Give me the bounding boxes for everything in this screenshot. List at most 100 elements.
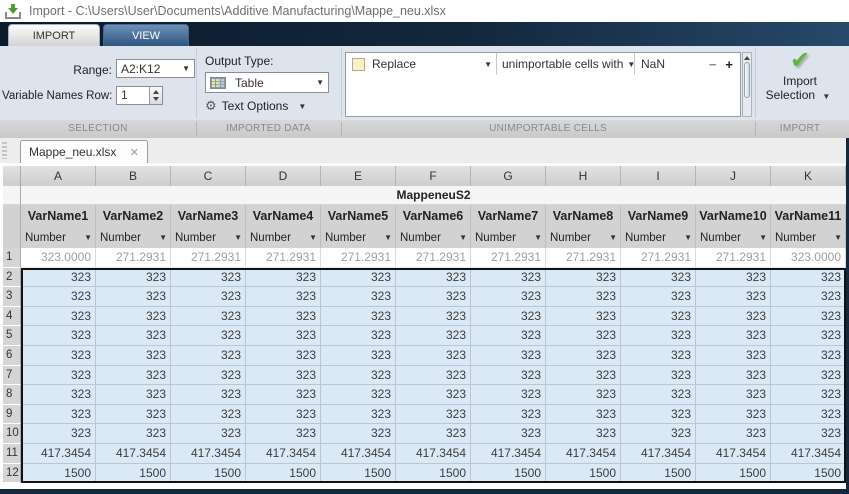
- type-dropdown[interactable]: Number▼: [171, 228, 246, 248]
- data-cell[interactable]: 323: [471, 366, 546, 386]
- data-cell[interactable]: 323: [96, 385, 171, 405]
- data-cell[interactable]: 1500: [321, 464, 396, 484]
- scroll-up-icon[interactable]: [744, 56, 750, 60]
- data-cell[interactable]: 323: [471, 346, 546, 366]
- spinner-buttons[interactable]: [149, 87, 162, 104]
- data-cell[interactable]: 323: [771, 424, 846, 444]
- varname-header[interactable]: VarName5: [321, 205, 396, 228]
- data-cell[interactable]: 323: [321, 346, 396, 366]
- data-cell[interactable]: 323: [771, 287, 846, 307]
- data-cell[interactable]: 323: [771, 385, 846, 405]
- data-cell[interactable]: 323: [321, 424, 396, 444]
- data-cell[interactable]: 323: [171, 346, 246, 366]
- data-cell[interactable]: 323: [171, 287, 246, 307]
- text-options-button[interactable]: ⚙ Text Options ▼: [205, 98, 310, 114]
- data-cell[interactable]: 323.0000: [21, 248, 96, 268]
- data-cell[interactable]: 417.3454: [771, 444, 846, 464]
- add-rule-button[interactable]: +: [725, 57, 733, 72]
- type-dropdown[interactable]: Number▼: [621, 228, 696, 248]
- data-cell[interactable]: 323: [771, 307, 846, 327]
- data-cell[interactable]: 323: [321, 366, 396, 386]
- data-cell[interactable]: 323: [246, 424, 321, 444]
- data-cell[interactable]: 323: [21, 268, 96, 288]
- data-cell[interactable]: 271.2931: [546, 248, 621, 268]
- data-cell[interactable]: 323: [621, 307, 696, 327]
- type-dropdown[interactable]: Number▼: [21, 228, 96, 248]
- data-cell[interactable]: 323: [621, 424, 696, 444]
- data-cell[interactable]: 1500: [21, 464, 96, 484]
- data-cell[interactable]: 417.3454: [246, 444, 321, 464]
- row-number[interactable]: 11: [3, 444, 21, 464]
- row-number[interactable]: 1: [3, 248, 21, 268]
- tab-view[interactable]: VIEW: [103, 24, 189, 46]
- varname-header[interactable]: VarName11: [771, 205, 846, 228]
- data-cell[interactable]: 1500: [246, 464, 321, 484]
- data-cell[interactable]: 323: [621, 346, 696, 366]
- column-header-F[interactable]: F: [396, 166, 471, 186]
- type-dropdown[interactable]: Number▼: [546, 228, 621, 248]
- data-cell[interactable]: 323: [396, 346, 471, 366]
- data-cell[interactable]: 323: [471, 385, 546, 405]
- data-cell[interactable]: 323: [171, 405, 246, 425]
- data-cell[interactable]: 323: [396, 326, 471, 346]
- data-cell[interactable]: 323: [546, 326, 621, 346]
- data-cell[interactable]: 323: [96, 287, 171, 307]
- rule-target-dropdown[interactable]: unimportable cells with ▼: [497, 53, 634, 75]
- data-cell[interactable]: 323: [621, 385, 696, 405]
- data-cell[interactable]: 323: [246, 346, 321, 366]
- data-cell[interactable]: 417.3454: [21, 444, 96, 464]
- spinner-down-icon[interactable]: [153, 97, 159, 101]
- type-dropdown[interactable]: Number▼: [96, 228, 171, 248]
- data-cell[interactable]: 323: [546, 268, 621, 288]
- data-cell[interactable]: 323: [471, 405, 546, 425]
- data-cell[interactable]: 323: [21, 346, 96, 366]
- row-number[interactable]: 12: [3, 464, 21, 484]
- type-dropdown[interactable]: Number▼: [246, 228, 321, 248]
- data-cell[interactable]: 271.2931: [171, 248, 246, 268]
- data-cell[interactable]: 271.2931: [96, 248, 171, 268]
- remove-rule-button[interactable]: −: [709, 57, 717, 72]
- data-cell[interactable]: 417.3454: [621, 444, 696, 464]
- data-cell[interactable]: 323: [396, 307, 471, 327]
- varname-header[interactable]: VarName6: [396, 205, 471, 228]
- varname-header[interactable]: VarName3: [171, 205, 246, 228]
- data-cell[interactable]: 323: [321, 287, 396, 307]
- data-cell[interactable]: 323: [696, 268, 771, 288]
- document-tab[interactable]: Mappe_neu.xlsx ✕: [20, 140, 148, 163]
- data-cell[interactable]: 323: [96, 366, 171, 386]
- data-cell[interactable]: 323: [21, 326, 96, 346]
- data-cell[interactable]: 323: [696, 405, 771, 425]
- data-cell[interactable]: 323: [171, 385, 246, 405]
- data-cell[interactable]: 271.2931: [321, 248, 396, 268]
- data-cell[interactable]: 323: [771, 326, 846, 346]
- data-cell[interactable]: 323: [396, 405, 471, 425]
- row-number[interactable]: 6: [3, 346, 21, 366]
- varname-header[interactable]: VarName4: [246, 205, 321, 228]
- tab-import[interactable]: IMPORT: [8, 24, 100, 46]
- import-selection-button[interactable]: ✔ Import Selection ▼: [756, 48, 844, 118]
- data-cell[interactable]: 323: [696, 346, 771, 366]
- merged-sheet-header[interactable]: MappeneuS2: [21, 186, 846, 205]
- drag-grip-icon[interactable]: [2, 142, 7, 159]
- data-cell[interactable]: 323: [246, 307, 321, 327]
- data-cell[interactable]: 323: [171, 326, 246, 346]
- data-cell[interactable]: 323: [696, 366, 771, 386]
- data-cell[interactable]: 417.3454: [171, 444, 246, 464]
- rule-action-dropdown[interactable]: Replace ▼: [346, 53, 496, 75]
- data-cell[interactable]: 323: [96, 424, 171, 444]
- data-cell[interactable]: 323: [471, 307, 546, 327]
- data-cell[interactable]: 323: [546, 307, 621, 327]
- row-number[interactable]: 2: [3, 268, 21, 288]
- data-cell[interactable]: 417.3454: [321, 444, 396, 464]
- data-cell[interactable]: 271.2931: [621, 248, 696, 268]
- type-dropdown[interactable]: Number▼: [771, 228, 846, 248]
- data-cell[interactable]: 271.2931: [696, 248, 771, 268]
- panel-scrollbar[interactable]: [742, 52, 752, 117]
- data-cell[interactable]: 323: [96, 405, 171, 425]
- row-number[interactable]: 8: [3, 385, 21, 405]
- data-cell[interactable]: 417.3454: [471, 444, 546, 464]
- varname-header[interactable]: VarName7: [471, 205, 546, 228]
- data-cell[interactable]: 323: [96, 346, 171, 366]
- column-header-I[interactable]: I: [621, 166, 696, 186]
- data-cell[interactable]: 323: [471, 268, 546, 288]
